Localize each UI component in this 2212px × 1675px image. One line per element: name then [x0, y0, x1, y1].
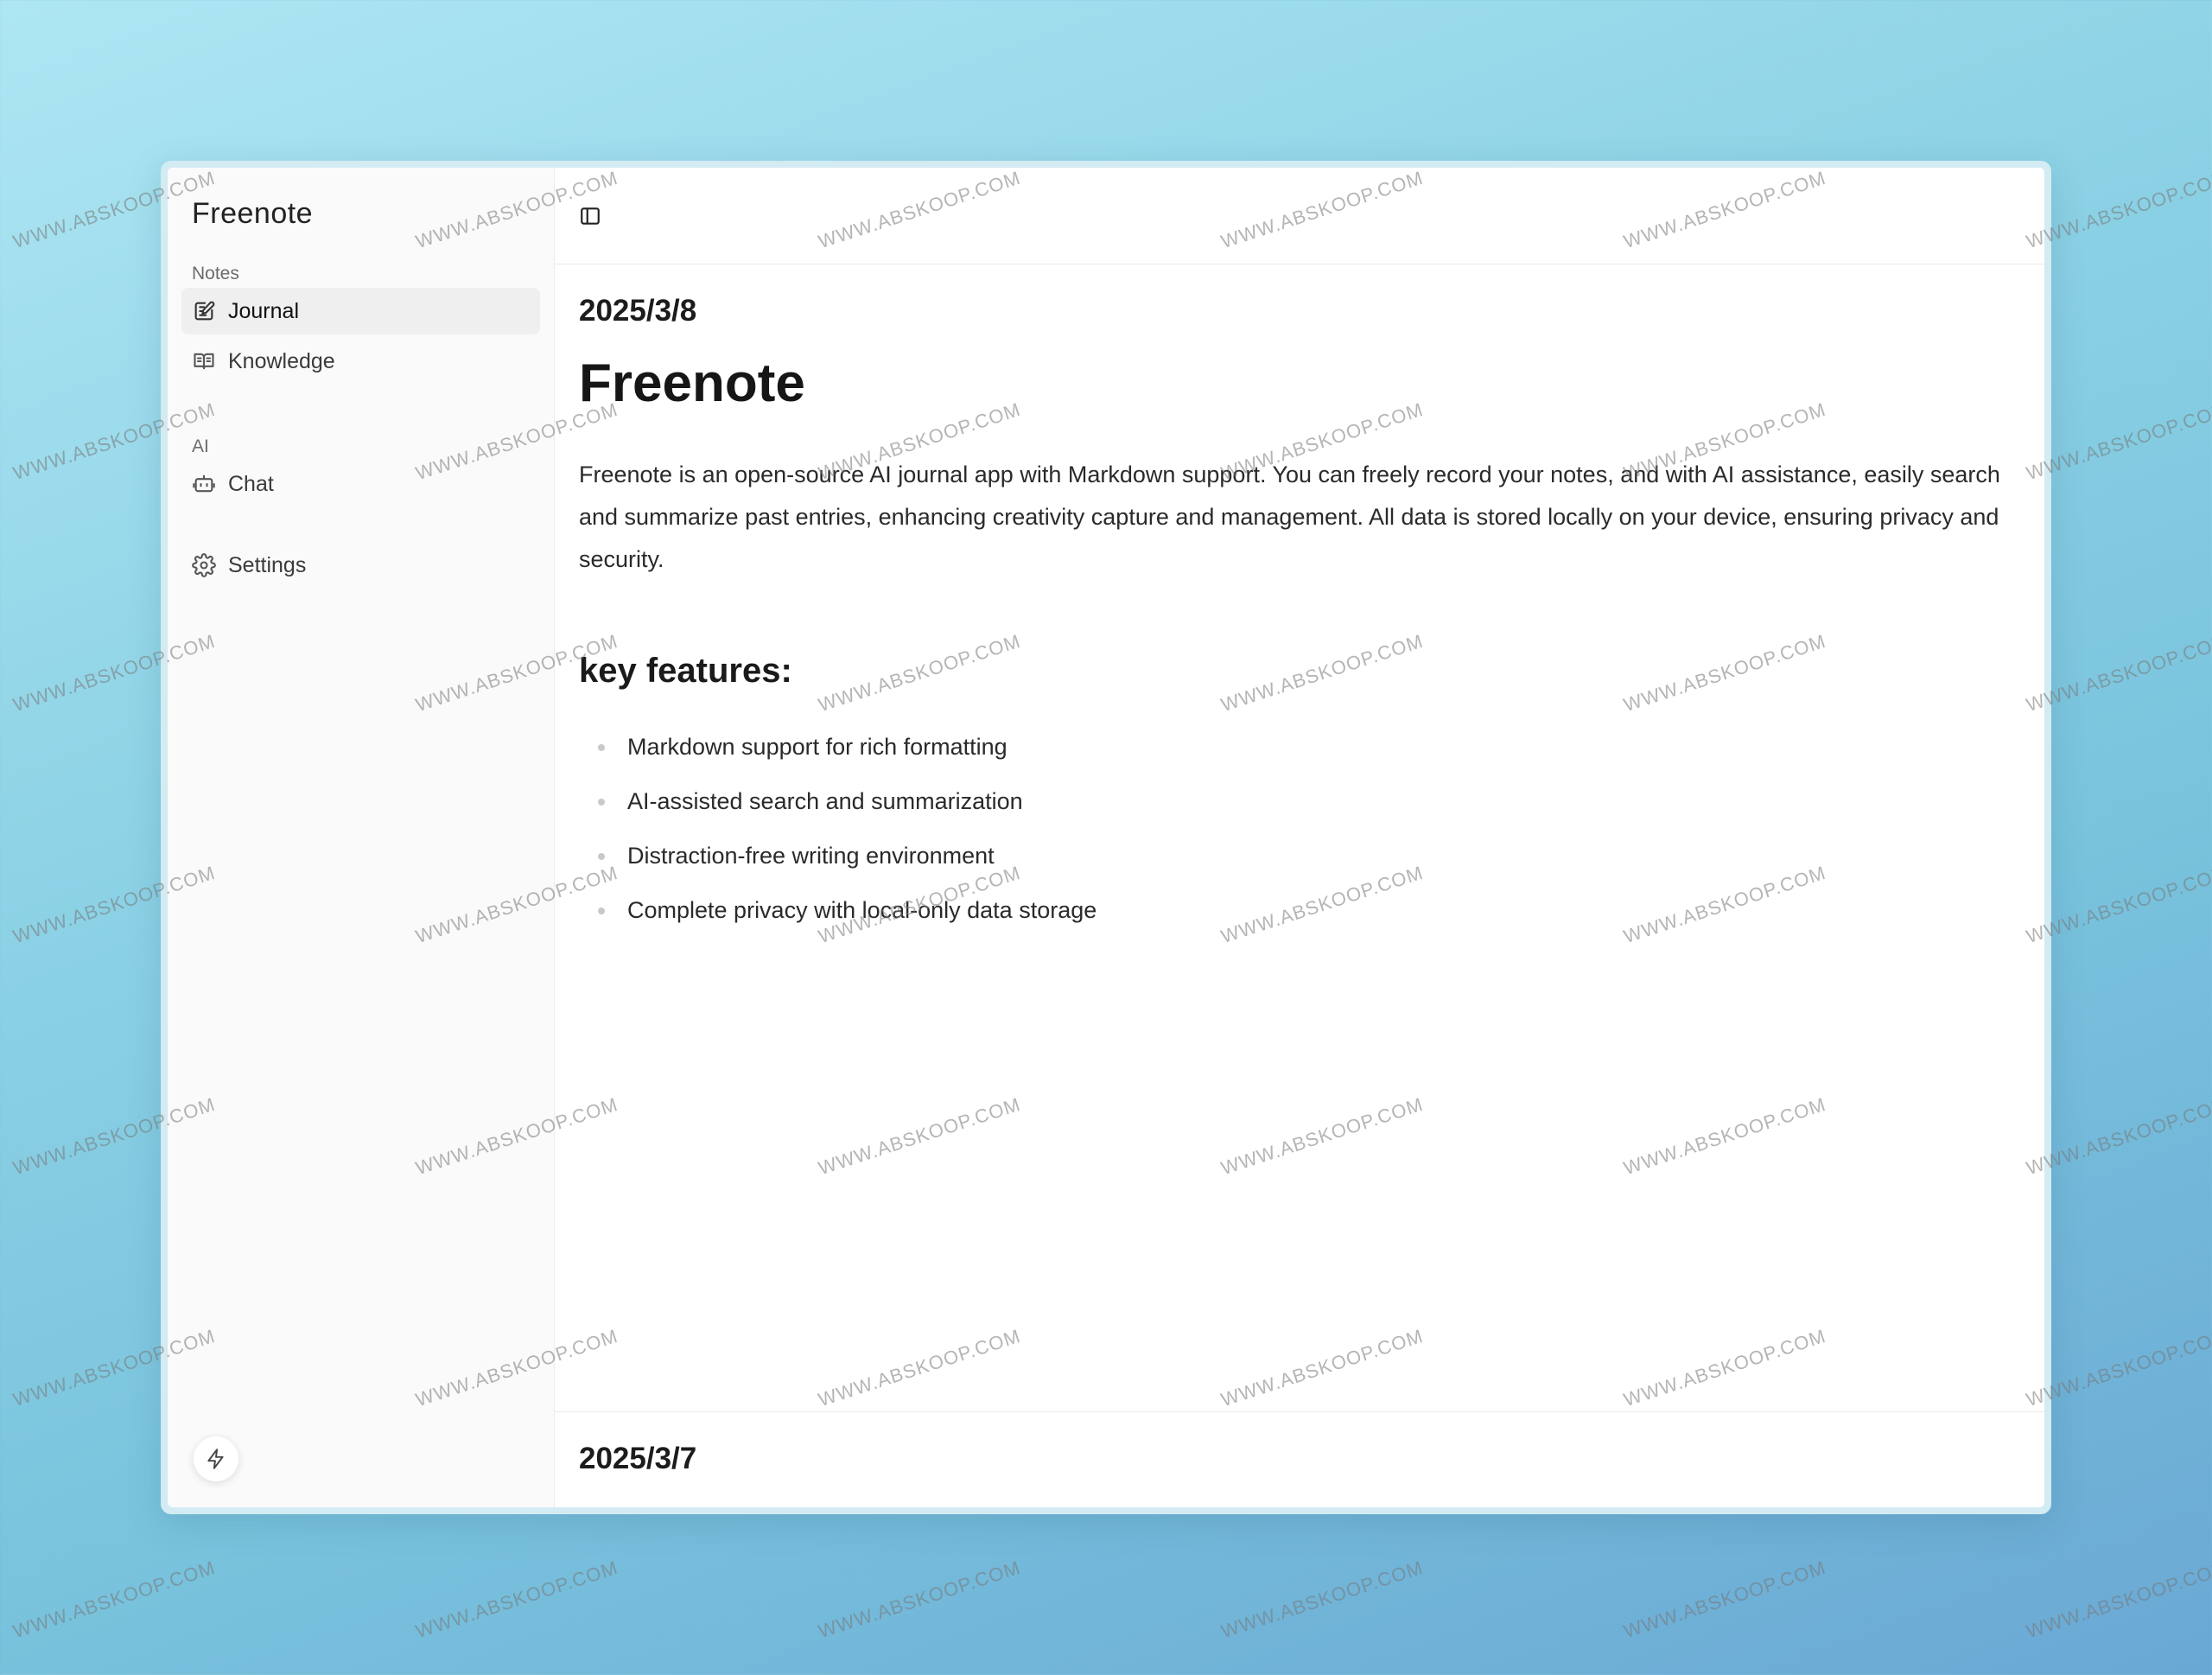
main-content: 2025/3/8 Freenote Freenote is an open-so… — [555, 168, 2044, 1507]
list-item: Markdown support for rich formatting — [579, 720, 2020, 774]
watermark-text: WWW.ABSKOOP.COM — [2023, 1092, 2212, 1180]
feature-list: Markdown support for rich formatting AI-… — [579, 720, 2020, 938]
book-open-icon — [192, 349, 216, 373]
app-title: Freenote — [192, 197, 314, 230]
journal-entry[interactable]: 2025/3/8 Freenote Freenote is an open-so… — [555, 264, 2044, 1412]
sidebar-item-settings[interactable]: Settings — [181, 542, 540, 589]
list-item: AI-assisted search and summarization — [579, 774, 2020, 829]
watermark-text: WWW.ABSKOOP.COM — [2023, 1324, 2212, 1411]
sidebar-item-journal[interactable]: Journal — [181, 288, 540, 334]
sidebar-item-label: Chat — [228, 471, 274, 496]
entry-title: Freenote — [579, 353, 805, 413]
watermark-text: WWW.ABSKOOP.COM — [1620, 1556, 1829, 1643]
journal-entry[interactable]: 2025/3/7 — [555, 1412, 2044, 1476]
app-window-inner: Freenote Notes Journal Knowledge AI Chat… — [168, 168, 2044, 1507]
quick-action-button[interactable] — [194, 1436, 238, 1481]
entry-subheading: key features: — [579, 652, 792, 690]
app-window: Freenote Notes Journal Knowledge AI Chat… — [161, 161, 2051, 1514]
section-label-ai: AI — [192, 436, 209, 456]
toolbar — [555, 168, 2044, 264]
sidebar-toggle-icon — [579, 205, 601, 227]
watermark-text: WWW.ABSKOOP.COM — [1217, 1556, 1427, 1643]
watermark-text: WWW.ABSKOOP.COM — [2023, 398, 2212, 485]
list-item: Distraction-free writing environment — [579, 829, 2020, 883]
watermark-text: WWW.ABSKOOP.COM — [2023, 1556, 2212, 1643]
watermark-text: WWW.ABSKOOP.COM — [2023, 166, 2212, 253]
gear-icon — [192, 553, 216, 577]
sidebar-item-label: Knowledge — [228, 348, 335, 373]
watermark-text: WWW.ABSKOOP.COM — [2023, 861, 2212, 948]
sidebar: Freenote Notes Journal Knowledge AI Chat… — [168, 168, 555, 1507]
sidebar-item-label: Journal — [228, 298, 299, 323]
watermark-text: WWW.ABSKOOP.COM — [2023, 629, 2212, 716]
sidebar-item-label: Settings — [228, 552, 307, 577]
sidebar-item-chat[interactable]: Chat — [181, 461, 540, 507]
bolt-icon — [205, 1448, 227, 1470]
entry-body: Freenote is an open-source AI journal ap… — [579, 462, 2000, 572]
entry-date: 2025/3/7 — [579, 1442, 697, 1475]
watermark-text: WWW.ABSKOOP.COM — [815, 1556, 1024, 1643]
watermark-text: WWW.ABSKOOP.COM — [10, 1556, 219, 1643]
section-label-notes: Notes — [192, 264, 239, 283]
bot-icon — [192, 472, 216, 496]
sidebar-toggle-button[interactable] — [575, 201, 605, 231]
edit-note-icon — [192, 299, 216, 323]
sidebar-item-knowledge[interactable]: Knowledge — [181, 338, 540, 385]
entry-date: 2025/3/8 — [579, 294, 697, 328]
list-item: Complete privacy with local-only data st… — [579, 883, 2020, 938]
watermark-text: WWW.ABSKOOP.COM — [412, 1556, 621, 1643]
